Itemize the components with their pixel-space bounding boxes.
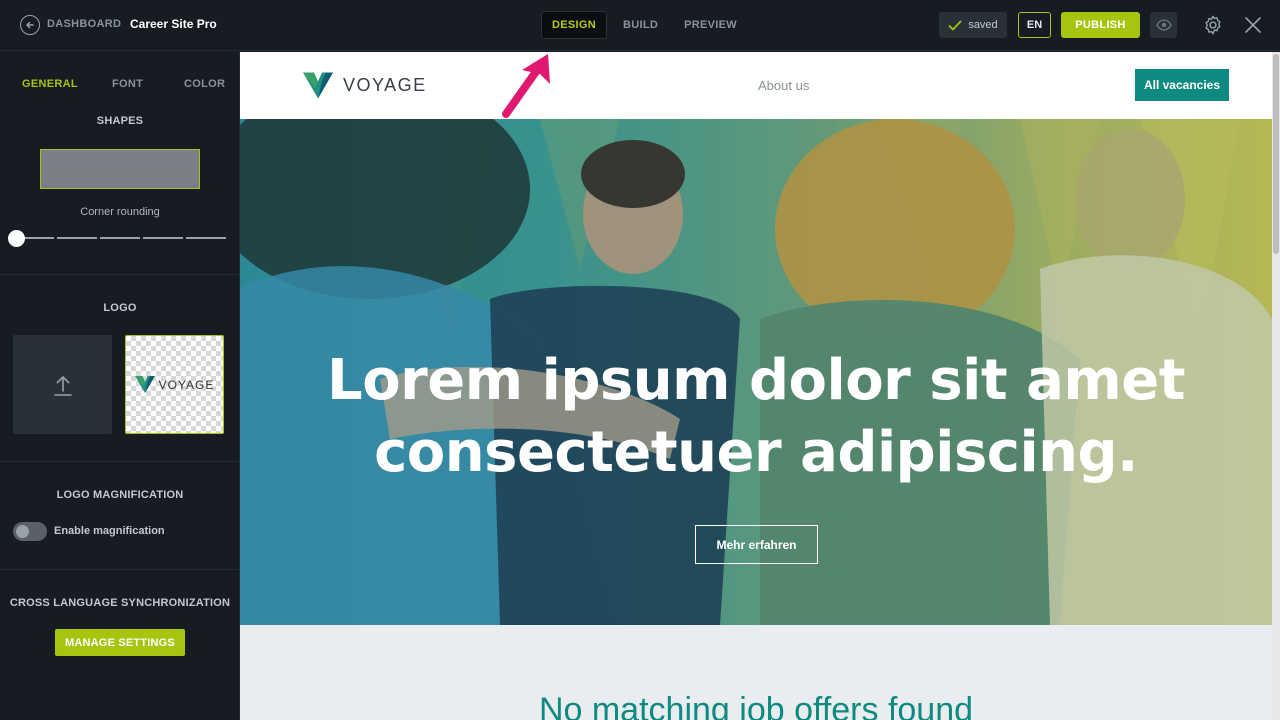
logo-upload-button[interactable] bbox=[13, 335, 112, 434]
hero-headline-line-2: consectetuer adipiscing. bbox=[374, 420, 1138, 485]
logo-title: LOGO bbox=[103, 302, 137, 314]
voyage-logo-icon bbox=[134, 376, 155, 393]
corner-rounding-slider[interactable] bbox=[8, 230, 228, 247]
design-sidebar: GENERAL FONT COLOR SHAPES Corner roundin… bbox=[0, 52, 240, 720]
current-logo-preview[interactable]: VOYAGE bbox=[125, 335, 224, 434]
sync-title: CROSS LANGUAGE SYNCHRONIZATION bbox=[9, 597, 231, 609]
corner-rounding-label: Corner rounding bbox=[80, 206, 160, 218]
annotation-arrow-icon bbox=[502, 54, 550, 118]
dashboard-link[interactable]: DASHBOARD bbox=[47, 18, 121, 30]
divider bbox=[0, 569, 240, 570]
logo-preview-text: VOYAGE bbox=[158, 377, 215, 392]
voyage-logo-icon bbox=[303, 72, 333, 99]
tab-general[interactable]: GENERAL bbox=[22, 78, 78, 90]
site-logo-text: VOYAGE bbox=[343, 75, 427, 95]
top-bar: DASHBOARD Career Site Pro DESIGN BUILD P… bbox=[0, 0, 1280, 51]
check-icon bbox=[948, 20, 962, 30]
magnification-toggle[interactable] bbox=[13, 522, 47, 541]
divider bbox=[0, 461, 240, 462]
tab-color[interactable]: COLOR bbox=[184, 78, 225, 90]
tab-build[interactable]: BUILD bbox=[613, 11, 668, 39]
eye-icon[interactable] bbox=[1150, 12, 1177, 38]
hero-section: Lorem ipsum dolor sit amet consectetuer … bbox=[240, 119, 1272, 625]
saved-label: saved bbox=[968, 19, 998, 31]
language-button[interactable]: EN bbox=[1018, 12, 1051, 38]
shapes-title: SHAPES bbox=[96, 115, 144, 127]
jobs-section: No matching job offers found bbox=[240, 625, 1272, 720]
gear-icon[interactable] bbox=[1202, 14, 1224, 36]
close-icon[interactable] bbox=[1244, 16, 1262, 34]
mode-switcher: DESIGN BUILD PREVIEW bbox=[541, 11, 753, 39]
shape-preview bbox=[40, 149, 200, 189]
tab-font[interactable]: FONT bbox=[112, 78, 143, 90]
slider-handle[interactable] bbox=[8, 230, 25, 247]
hero-headline: Lorem ipsum dolor sit amet consectetuer … bbox=[240, 345, 1272, 489]
manage-settings-button[interactable]: MANAGE SETTINGS bbox=[55, 629, 185, 656]
jobs-heading: No matching job offers found bbox=[538, 691, 974, 720]
hero-headline-line-1: Lorem ipsum dolor sit amet bbox=[327, 348, 1185, 413]
site-header: VOYAGE About us All vacancies bbox=[240, 52, 1272, 119]
back-arrow-icon[interactable] bbox=[20, 15, 40, 35]
saved-status: saved bbox=[939, 12, 1007, 38]
publish-button[interactable]: PUBLISH bbox=[1061, 12, 1140, 38]
app-title: Career Site Pro bbox=[130, 17, 217, 31]
upload-icon bbox=[53, 375, 72, 396]
preview-scrollbar[interactable] bbox=[1272, 52, 1280, 720]
tab-preview[interactable]: PREVIEW bbox=[674, 11, 747, 39]
divider bbox=[0, 274, 240, 275]
site-preview: VOYAGE About us All vacancies Lorem ipsu… bbox=[240, 52, 1272, 720]
learn-more-button[interactable]: Mehr erfahren bbox=[695, 525, 818, 564]
magnification-toggle-label: Enable magnification bbox=[54, 525, 165, 537]
all-vacancies-button[interactable]: All vacancies bbox=[1135, 69, 1229, 101]
scrollbar-thumb[interactable] bbox=[1273, 54, 1279, 254]
magnification-title: LOGO MAGNIFICATION bbox=[56, 489, 184, 501]
tab-design[interactable]: DESIGN bbox=[541, 11, 607, 39]
site-logo[interactable]: VOYAGE bbox=[303, 72, 427, 99]
nav-about-us[interactable]: About us bbox=[758, 78, 809, 93]
